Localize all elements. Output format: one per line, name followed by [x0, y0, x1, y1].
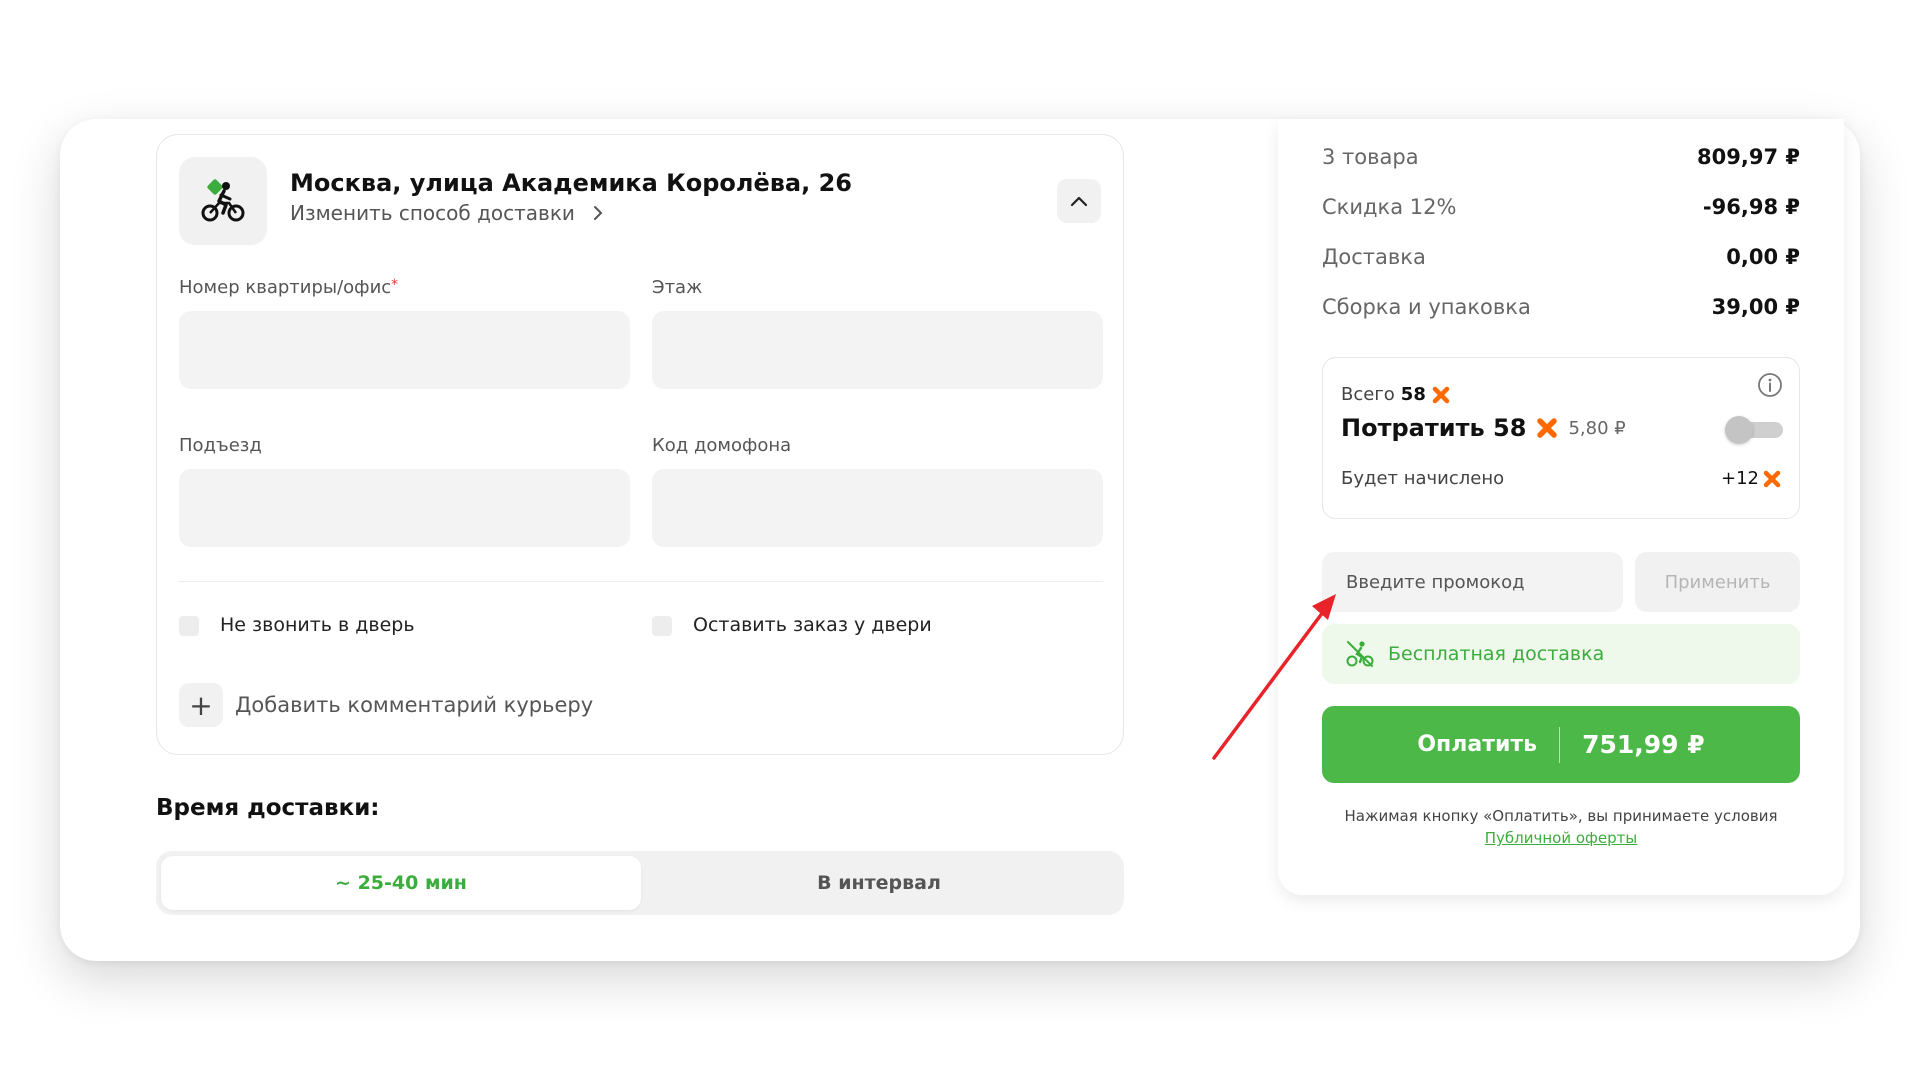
summary-row-delivery: Доставка 0,00 ₽: [1322, 245, 1800, 269]
bonus-cross-icon: [1432, 386, 1450, 403]
apartment-label: Номер квартиры/офис*: [179, 277, 399, 298]
bonus-accrue-row: Будет начислено +12: [1341, 468, 1781, 489]
spend-bonus-toggle[interactable]: [1725, 416, 1783, 444]
delivery-time-title: Время доставки:: [156, 795, 380, 821]
info-icon[interactable]: [1757, 372, 1783, 398]
courier-bike-icon: [179, 157, 267, 245]
entrance-input[interactable]: [179, 469, 630, 547]
bonus-cross-icon: [1763, 470, 1781, 487]
delivery-address-title: Москва, улица Академика Королёва, 26: [290, 169, 852, 197]
pay-label: Оплатить: [1417, 732, 1538, 757]
delivery-time-switch: ~ 25-40 мин В интервал: [156, 851, 1124, 915]
no-call-label: Не звонить в дверь: [220, 614, 415, 636]
summary-row-discount: Скидка 12% -96,98 ₽: [1322, 195, 1800, 219]
change-delivery-label: Изменить способ доставки: [290, 201, 575, 225]
time-option-fast[interactable]: ~ 25-40 мин: [161, 856, 641, 910]
free-delivery-label: Бесплатная доставка: [1388, 643, 1605, 665]
intercom-input[interactable]: [652, 469, 1103, 547]
public-offer-link[interactable]: Публичной оферты: [1485, 829, 1637, 847]
free-delivery-banner: Бесплатная доставка: [1322, 624, 1800, 684]
apartment-input[interactable]: [179, 311, 630, 389]
collapse-button[interactable]: [1057, 179, 1101, 223]
courier-bike-icon: [1346, 641, 1374, 667]
divider: [179, 581, 1103, 582]
floor-label: Этаж: [652, 277, 703, 298]
change-delivery-method-link[interactable]: Изменить способ доставки: [290, 201, 603, 225]
bonus-total: Всего 58: [1341, 384, 1450, 405]
promo-code-input[interactable]: [1322, 552, 1623, 612]
bonus-spend: Потратить 58 5,80 ₽: [1341, 414, 1626, 442]
add-comment-label: Добавить комментарий курьеру: [235, 693, 594, 717]
chevron-right-icon: [593, 206, 603, 220]
terms-text: Нажимая кнопку «Оплатить», вы принимаете…: [1344, 807, 1778, 847]
bonus-points-box: Всего 58 Потратить 58 5,80 ₽ Будет начис…: [1322, 357, 1800, 519]
plus-icon: +: [179, 683, 223, 727]
chevron-up-icon: [1070, 196, 1088, 207]
order-summary: 3 товара 809,97 ₽ Скидка 12% -96,98 ₽ Дост…: [1278, 119, 1844, 895]
bonus-cross-icon: [1537, 418, 1558, 438]
pay-button[interactable]: Оплатить 751,99 ₽: [1322, 706, 1800, 783]
floor-input[interactable]: [652, 311, 1103, 389]
leave-at-door-label: Оставить заказ у двери: [693, 614, 932, 636]
annotation-arrow-icon: [1212, 594, 1336, 760]
summary-row-packing: Сборка и упаковка 39,00 ₽: [1322, 295, 1800, 319]
time-option-interval[interactable]: В интервал: [639, 856, 1119, 910]
pay-amount: 751,99 ₽: [1582, 730, 1705, 759]
summary-row-items: 3 товара 809,97 ₽: [1322, 145, 1800, 169]
no-call-checkbox[interactable]: [179, 616, 199, 636]
intercom-label: Код домофона: [652, 435, 792, 456]
entrance-label: Подъезд: [179, 435, 262, 456]
add-courier-comment-button[interactable]: + Добавить комментарий курьеру: [179, 683, 593, 727]
leave-at-door-checkbox[interactable]: [652, 616, 672, 636]
delivery-address-card: Москва, улица Академика Королёва, 26 Изм…: [156, 134, 1124, 755]
apply-promo-button[interactable]: Применить: [1635, 552, 1800, 612]
